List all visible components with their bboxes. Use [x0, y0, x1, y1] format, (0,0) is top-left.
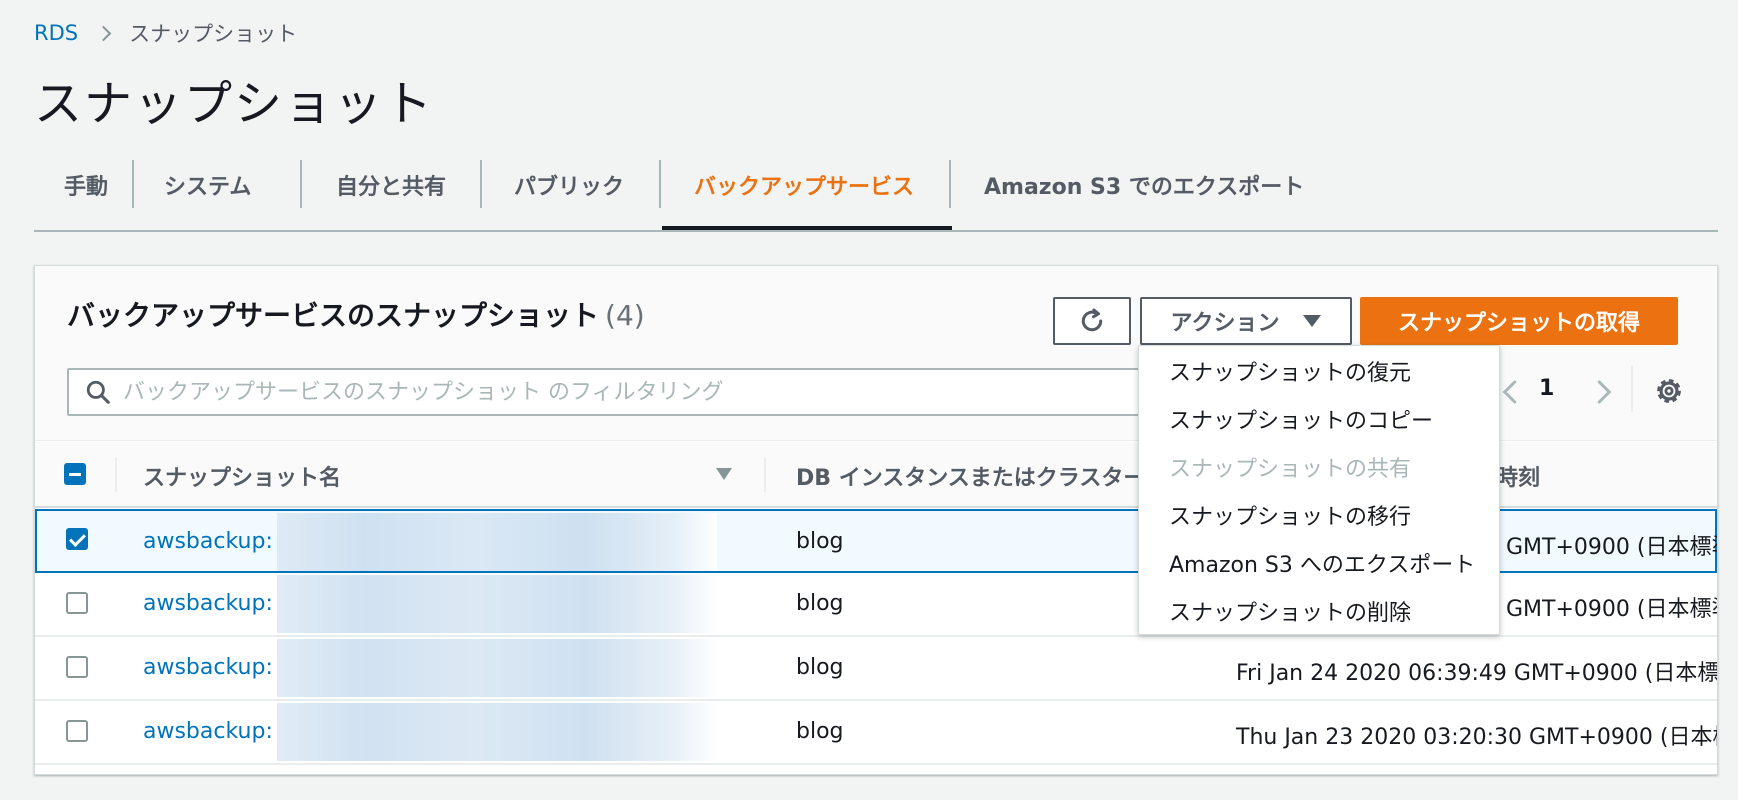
active-tab-indicator [662, 226, 952, 230]
tab-divider [132, 160, 134, 208]
snapshot-name-link[interactable]: awsbackup: [143, 591, 273, 616]
column-divider [764, 458, 766, 492]
tab-divider [949, 160, 951, 208]
menu-item-export-to-s3[interactable]: Amazon S3 へのエクスポート [1139, 542, 1499, 590]
menu-item-migrate-snapshot[interactable]: スナップショットの移行 [1139, 494, 1499, 542]
search-icon [86, 380, 110, 404]
tab-backup-service[interactable]: バックアップサービス [694, 160, 914, 210]
actions-dropdown-button[interactable]: アクション [1140, 297, 1352, 345]
time-cell: Fri Jan 24 2020 06:39:49 GMT+0900 (日本標準時 [1236, 661, 1718, 686]
time-cell: Thu Jan 23 2020 03:20:30 GMT+0900 (日本標準 [1236, 725, 1718, 750]
chevron-right-icon [95, 25, 112, 41]
time-cell: GMT+0900 (日本標準 [1506, 597, 1718, 622]
snapshot-name-link[interactable]: awsbackup: [143, 655, 273, 680]
panel-title-text: バックアップサービスのスナップショット [67, 299, 600, 332]
menu-item-copy-snapshot[interactable]: スナップショットのコピー [1139, 398, 1499, 446]
column-divider [115, 458, 117, 492]
select-all-checkbox[interactable] [64, 463, 86, 485]
table-row[interactable]: awsbackup: blog Fri Jan 24 2020 06:39:49… [35, 637, 1717, 701]
breadcrumb-rds-link[interactable]: RDS [34, 21, 78, 45]
refresh-icon [1081, 308, 1103, 332]
tab-s3-export[interactable]: Amazon S3 でのエクスポート [984, 160, 1304, 210]
search-box [67, 368, 1167, 416]
column-header-snapshot-name[interactable]: スナップショット名 [143, 460, 341, 492]
db-instance-cell: blog [796, 655, 844, 680]
column-header-time[interactable]: 時刻 [1496, 460, 1540, 492]
db-instance-cell: blog [796, 591, 844, 616]
refresh-button[interactable] [1053, 297, 1131, 345]
actions-label: アクション [1170, 311, 1280, 336]
snapshot-count: (4) [605, 299, 645, 332]
actions-menu: スナップショットの復元 スナップショットのコピー スナップショットの共有 スナッ… [1138, 345, 1500, 635]
snapshot-name-link[interactable]: awsbackup: [143, 529, 273, 554]
panel-title: バックアップサービスのスナップショット (4) [67, 294, 645, 334]
column-header-db-instance[interactable]: DB インスタンスまたはクラスター [796, 460, 1145, 492]
menu-item-delete-snapshot[interactable]: スナップショットの削除 [1139, 590, 1499, 638]
page-title: スナップショット [34, 76, 435, 132]
take-snapshot-button[interactable]: スナップショットの取得 [1360, 297, 1678, 345]
sort-icon[interactable] [716, 468, 732, 480]
breadcrumb: RDS スナップショット [34, 18, 297, 48]
menu-item-restore-snapshot[interactable]: スナップショットの復元 [1139, 350, 1499, 398]
redacted-area [277, 703, 717, 761]
db-instance-cell: blog [796, 529, 844, 554]
row-checkbox[interactable] [66, 528, 88, 550]
chevron-right-icon[interactable] [1588, 377, 1618, 407]
redacted-area [277, 639, 717, 697]
menu-item-share-snapshot: スナップショットの共有 [1169, 457, 1412, 482]
redacted-area [277, 513, 717, 571]
tab-divider [659, 160, 661, 208]
tab-divider [480, 160, 482, 208]
row-checkbox[interactable] [66, 656, 88, 678]
chevron-left-icon[interactable] [1496, 377, 1526, 407]
snapshot-name-link[interactable]: awsbackup: [143, 719, 273, 744]
redacted-area [277, 575, 717, 633]
settings-icon[interactable] [1652, 374, 1686, 408]
tab-manual[interactable]: 手動 [64, 160, 108, 210]
page-number[interactable]: 1 [1539, 376, 1554, 401]
search-input[interactable] [123, 379, 1023, 405]
time-cell: GMT+0900 (日本標準 [1506, 535, 1718, 560]
table-row[interactable]: awsbackup: blog Thu Jan 23 2020 03:20:30… [35, 701, 1717, 765]
row-checkbox[interactable] [66, 592, 88, 614]
row-checkbox[interactable] [66, 720, 88, 742]
breadcrumb-current: スナップショット [129, 22, 298, 46]
tab-system[interactable]: システム [164, 160, 251, 210]
db-instance-cell: blog [796, 719, 844, 744]
caret-down-icon [1303, 315, 1322, 327]
tab-shared-with-me[interactable]: 自分と共有 [336, 160, 446, 210]
tab-divider [300, 160, 302, 208]
tab-bar: 手動 システム 自分と共有 パブリック バックアップサービス Amazon S3… [34, 150, 1718, 232]
tab-public[interactable]: パブリック [514, 160, 624, 210]
pager-divider [1631, 366, 1633, 412]
